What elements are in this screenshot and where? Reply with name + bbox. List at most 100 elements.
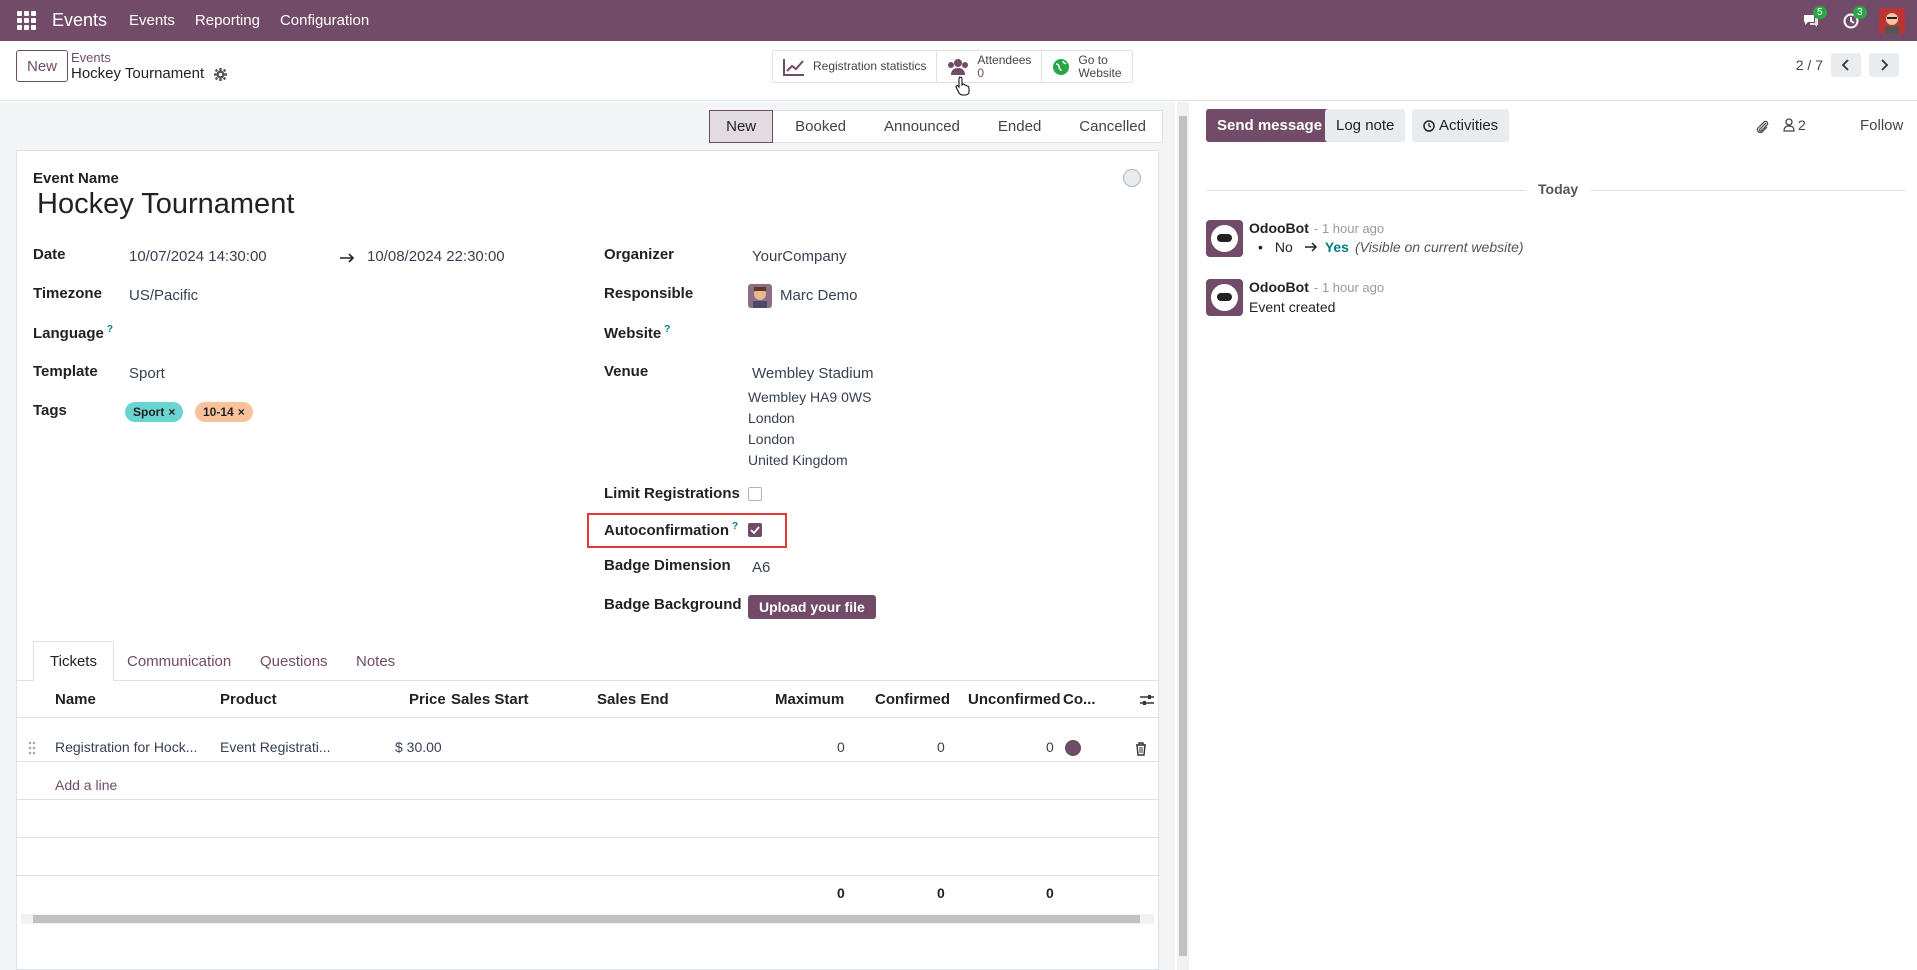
template-field[interactable]: Sport (129, 365, 165, 382)
form-vertical-scrollbar[interactable] (1177, 102, 1189, 970)
stage-announced[interactable]: Announced (862, 110, 976, 143)
cell-maximum[interactable]: 0 (837, 739, 845, 755)
pager-previous-button[interactable] (1831, 53, 1861, 77)
badge-dimension-field[interactable]: A6 (752, 559, 770, 576)
row-divider (17, 717, 1158, 718)
event-name-field[interactable]: Hockey Tournament (37, 188, 294, 221)
tag-sport[interactable]: Sport × (125, 402, 184, 422)
autoconfirmation-checkbox[interactable] (748, 523, 762, 537)
upload-file-button[interactable]: Upload your file (748, 595, 876, 619)
trash-icon[interactable] (1135, 742, 1147, 756)
cell-confirmed[interactable]: 0 (937, 739, 945, 755)
responsible-field[interactable]: Marc Demo (780, 287, 858, 304)
tab-questions[interactable]: Questions (244, 641, 344, 681)
go-to-website-button[interactable]: Go to Website (1042, 51, 1131, 82)
tag-remove-icon[interactable]: × (238, 405, 245, 419)
activity-clock-icon[interactable]: 3 (1831, 0, 1871, 41)
breadcrumb-events-link[interactable]: Events (71, 50, 227, 65)
send-message-button[interactable]: Send message (1206, 109, 1334, 142)
stage-booked[interactable]: Booked (773, 110, 862, 143)
message-author[interactable]: OdooBot (1249, 279, 1309, 295)
venue-label: Venue (604, 363, 649, 380)
menu-configuration[interactable]: Configuration (280, 12, 369, 29)
notebook-tabs: Tickets Communication Questions Notes (17, 641, 1158, 682)
message-author[interactable]: OdooBot (1249, 220, 1309, 236)
column-header-sales-end[interactable]: Sales End (597, 691, 669, 708)
stage-new[interactable]: New (709, 110, 774, 143)
activities-button[interactable]: Activities (1412, 109, 1510, 142)
message-body: Event created (1249, 299, 1336, 315)
menu-reporting[interactable]: Reporting (195, 12, 260, 29)
pager-value[interactable]: 2 / 7 (1796, 57, 1823, 73)
log-note-button[interactable]: Log note (1325, 109, 1406, 142)
tag-10-14-label: 10-14 (203, 405, 234, 419)
limit-registrations-checkbox[interactable] (748, 487, 762, 501)
tab-notes[interactable]: Notes (340, 641, 411, 681)
stage-ended[interactable]: Ended (975, 110, 1058, 143)
help-icon[interactable]: ? (664, 324, 670, 335)
app-brand[interactable]: Events (52, 10, 107, 31)
tag-10-14[interactable]: 10-14 × (195, 402, 253, 422)
new-record-button[interactable]: New (16, 50, 69, 82)
help-icon[interactable]: ? (107, 324, 113, 335)
pager: 2 / 7 (1796, 53, 1899, 77)
cell-price[interactable]: $ 30.00 (395, 739, 442, 755)
venue-field[interactable]: Wembley Stadium (752, 365, 873, 382)
messaging-icon[interactable]: 5 (1791, 0, 1831, 41)
limit-registrations-label: Limit Registrations (604, 485, 740, 502)
main-navbar: Events Events Reporting Configuration 5 … (0, 0, 1917, 41)
gear-icon[interactable] (214, 67, 228, 81)
help-icon[interactable]: ? (732, 521, 738, 532)
globe-icon (1053, 58, 1070, 75)
followers-count: 2 (1798, 117, 1806, 133)
message-time: - 1 hour ago (1314, 221, 1385, 236)
cell-product[interactable]: Event Registrati... (220, 739, 331, 755)
stage-statusbar: New Booked Announced Ended Cancelled (709, 110, 1163, 143)
form-scrollbar-thumb[interactable] (1179, 116, 1187, 956)
tab-communication[interactable]: Communication (111, 641, 247, 681)
cell-color-swatch[interactable] (1065, 740, 1081, 756)
column-header-sales-start[interactable]: Sales Start (451, 691, 529, 708)
timezone-field[interactable]: US/Pacific (129, 287, 198, 304)
column-header-name[interactable]: Name (55, 691, 96, 708)
organizer-field[interactable]: YourCompany (752, 248, 847, 265)
total-maximum: 0 (837, 885, 845, 901)
add-a-line-link[interactable]: Add a line (55, 777, 117, 793)
date-begin-field[interactable]: 10/07/2024 14:30:00 (129, 248, 267, 265)
attendees-button[interactable]: Attendees 0 (937, 51, 1043, 82)
activities-count-badge: 3 (1853, 6, 1867, 19)
optional-columns-icon[interactable] (1140, 693, 1154, 707)
column-header-product[interactable]: Product (220, 691, 277, 708)
tag-sport-label: Sport (133, 405, 165, 419)
control-panel: New Events Hockey Tournament Registratio… (0, 41, 1917, 101)
user-avatar[interactable] (1879, 7, 1905, 34)
tag-remove-icon[interactable]: × (168, 405, 175, 419)
horizontal-scrollbar[interactable] (21, 914, 1154, 924)
pager-next-button[interactable] (1869, 53, 1899, 77)
column-header-price[interactable]: Price (409, 691, 446, 708)
registration-statistics-button[interactable]: Registration statistics (773, 51, 938, 82)
kanban-state-indicator[interactable] (1123, 169, 1141, 187)
horizontal-scrollbar-thumb[interactable] (33, 915, 1140, 923)
column-header-confirmed[interactable]: Confirmed (875, 691, 950, 708)
venue-address-line: London (748, 410, 795, 426)
drag-handle-icon[interactable] (28, 741, 36, 755)
cell-unconfirmed[interactable]: 0 (1046, 739, 1054, 755)
chevron-right-icon (1881, 59, 1889, 71)
chatter-message: OdooBot - 1 hour ago • No Yes (Visible o… (1206, 220, 1906, 260)
column-header-color[interactable]: Co... (1063, 691, 1096, 708)
menu-events[interactable]: Events (129, 12, 175, 29)
autoconfirmation-label-wrap: Autoconfirmation? (604, 521, 738, 539)
paperclip-icon[interactable] (1756, 119, 1770, 135)
follow-button[interactable]: Follow (1860, 117, 1903, 134)
organizer-label: Organizer (604, 246, 675, 263)
badge-background-label: Badge Background (604, 596, 742, 613)
column-header-unconfirmed[interactable]: Unconfirmed (968, 691, 1061, 708)
cell-name[interactable]: Registration for Hock... (55, 739, 197, 755)
tab-tickets[interactable]: Tickets (33, 641, 114, 682)
apps-menu-icon[interactable] (0, 0, 52, 41)
followers-button[interactable]: 2 (1783, 117, 1806, 133)
date-end-field[interactable]: 10/08/2024 22:30:00 (367, 248, 505, 265)
stage-cancelled[interactable]: Cancelled (1057, 110, 1163, 143)
column-header-maximum[interactable]: Maximum (775, 691, 844, 708)
